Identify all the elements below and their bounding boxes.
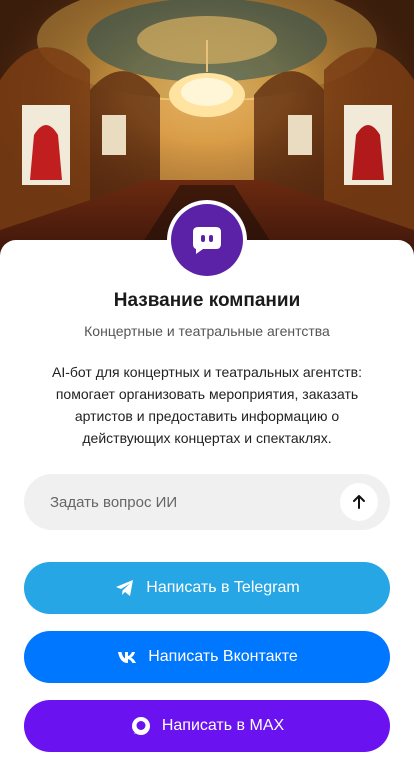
ask-ai-bar [24, 474, 390, 530]
telegram-button[interactable]: Написать в Telegram [24, 562, 390, 614]
company-category: Концертные и театральные агентства [84, 323, 330, 339]
max-button[interactable]: Написать в MAX [24, 700, 390, 752]
vk-button[interactable]: Написать Вконтакте [24, 631, 390, 683]
company-avatar [167, 200, 247, 280]
telegram-icon [114, 577, 136, 599]
max-icon [130, 715, 152, 737]
vk-icon [116, 646, 138, 668]
arrow-up-icon [353, 495, 365, 509]
ask-ai-input[interactable] [48, 492, 340, 512]
company-name: Название компании [113, 290, 301, 311]
telegram-button-label: Написать в Telegram [146, 579, 300, 596]
vk-button-label: Написать Вконтакте [148, 648, 298, 665]
send-button[interactable] [340, 483, 378, 521]
avatar-badge [171, 204, 243, 276]
max-button-label: Написать в MAX [161, 717, 285, 734]
company-description: AI-бот для концертных и театральных аген… [52, 364, 362, 446]
chat-bot-icon [193, 227, 221, 254]
